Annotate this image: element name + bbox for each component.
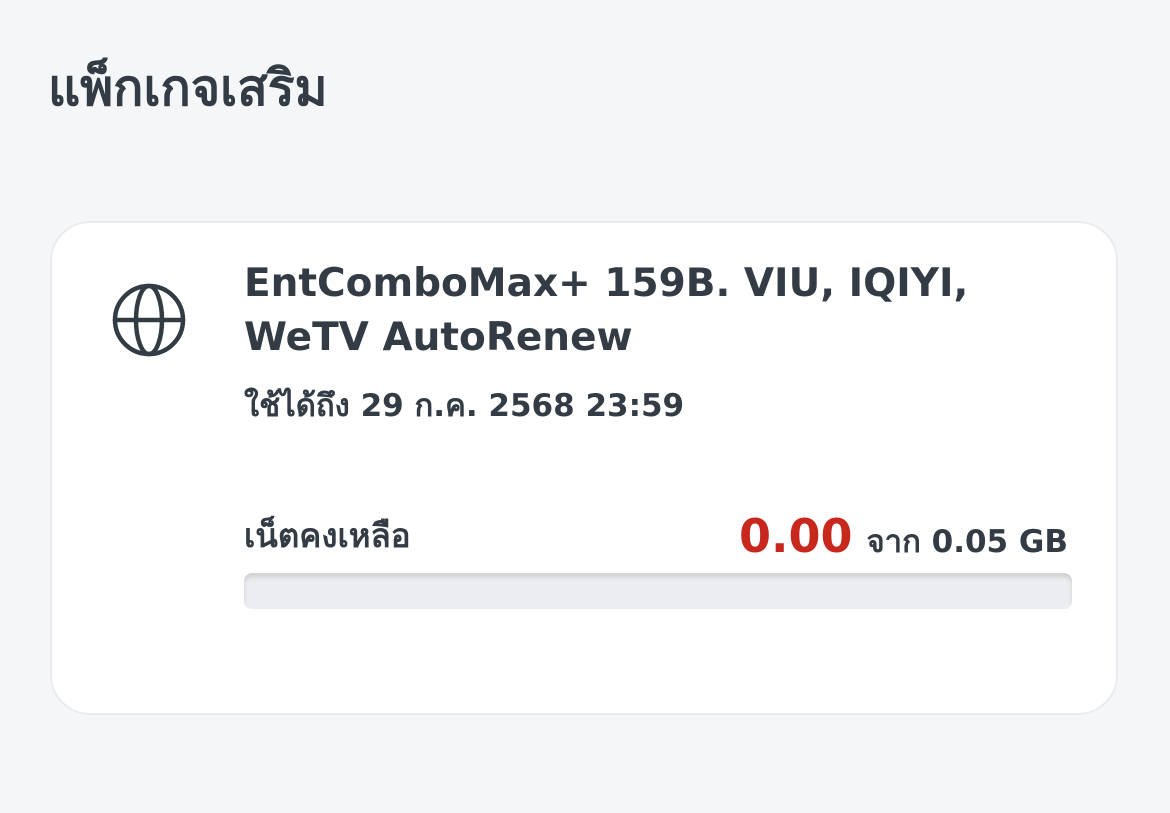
- remaining-data-label: เน็ตคงเหลือ: [244, 516, 411, 555]
- remaining-total: จาก 0.05 GB: [866, 524, 1069, 560]
- remaining-data-value: 0.00 จาก 0.05 GB: [739, 505, 1068, 567]
- globe-icon: [110, 281, 188, 359]
- package-expiry: ใช้ได้ถึง 29 ก.ค. 2568 23:59: [244, 388, 685, 424]
- remaining-amount: 0.00: [739, 509, 853, 563]
- data-usage-progress-bar: [244, 573, 1072, 609]
- package-name: EntComboMax+ 159B. VIU, IQIYI, WeTV Auto…: [244, 261, 969, 360]
- package-card[interactable]: EntComboMax+ 159B. VIU, IQIYI, WeTV Auto…: [50, 221, 1118, 715]
- section-title: แพ็กเกจเสริม: [48, 59, 328, 117]
